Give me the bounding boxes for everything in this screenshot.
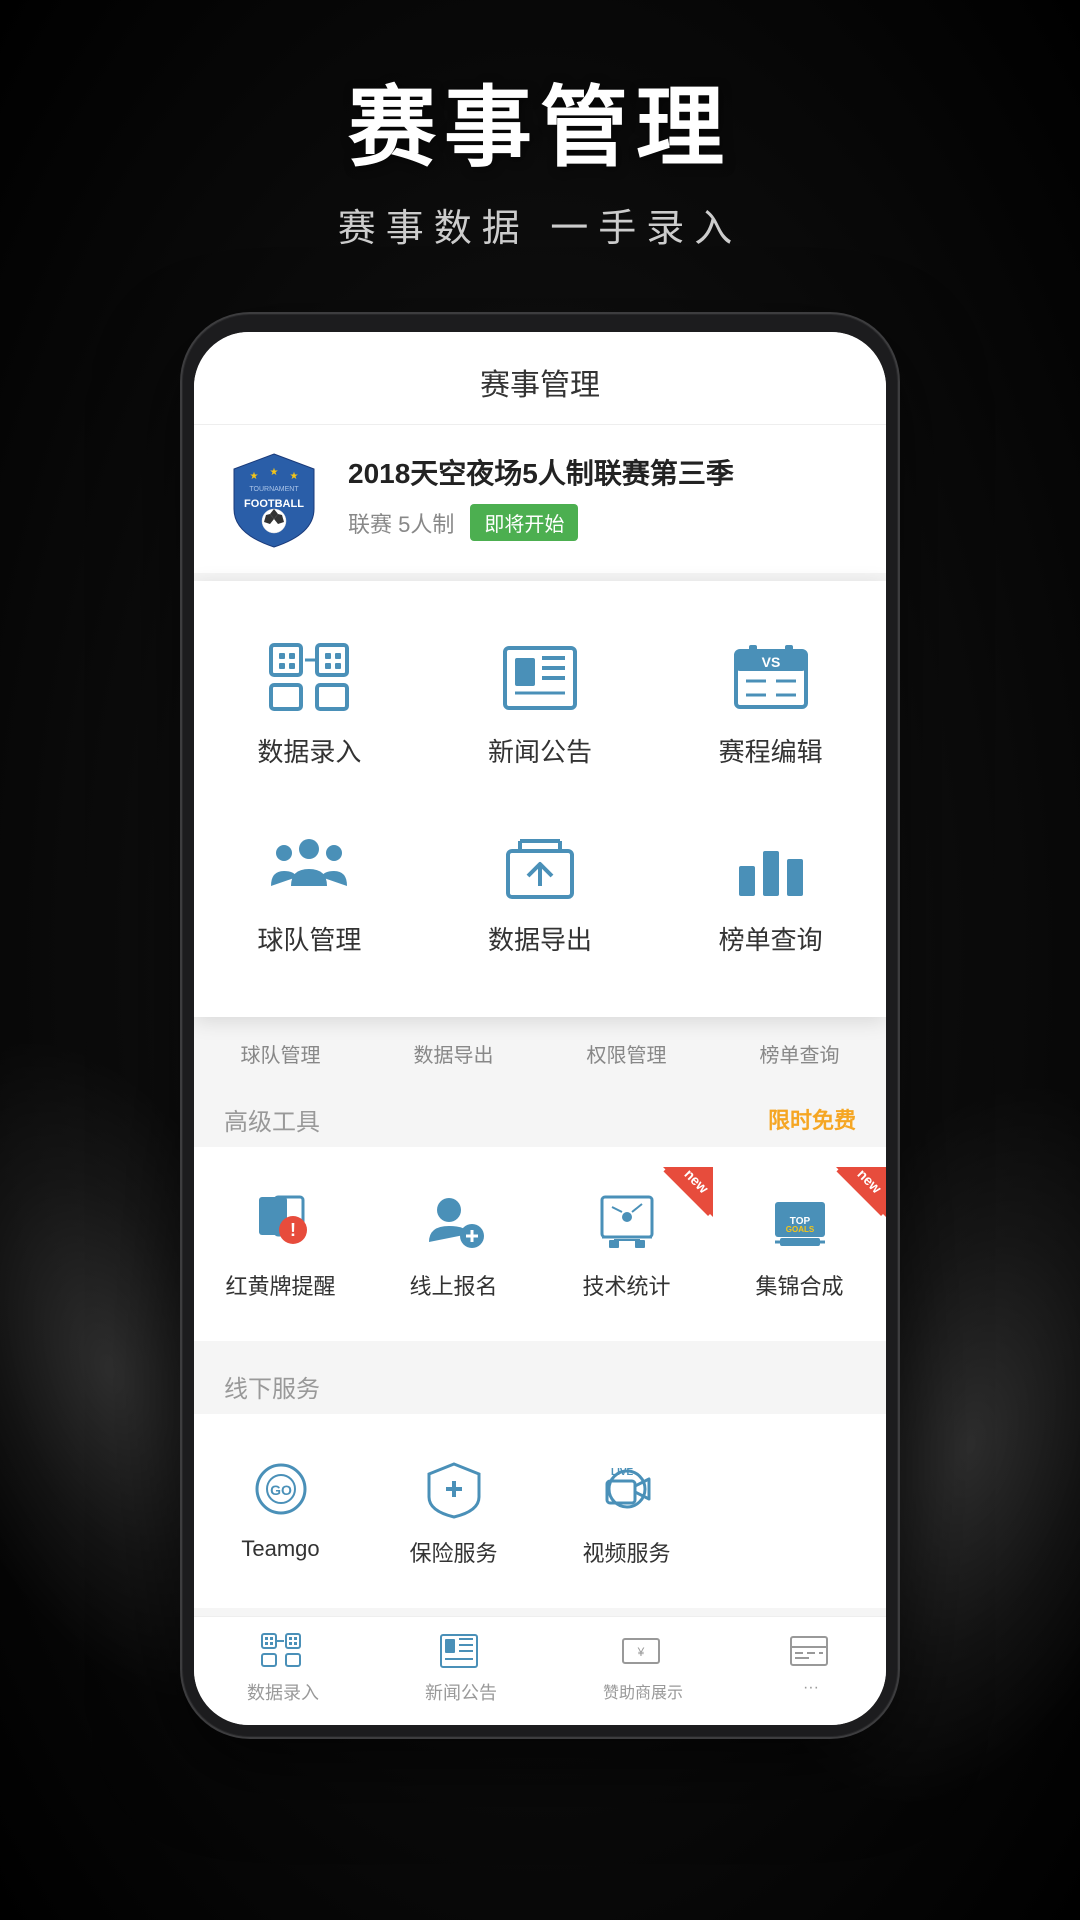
tool-empty	[713, 1434, 886, 1588]
quick-nav-team[interactable]: 球队管理	[241, 1039, 321, 1068]
svg-text:GOALS: GOALS	[785, 1225, 814, 1234]
tool-card-reminder[interactable]: ! 红黄牌提醒	[194, 1167, 367, 1321]
menu-team-label: 球队管理	[257, 920, 361, 957]
svg-text:!: !	[290, 1220, 296, 1240]
highlight-label: 集锦合成	[755, 1269, 843, 1301]
advanced-section-badge: 限时免费	[768, 1103, 856, 1135]
advanced-section-title: 高级工具	[224, 1102, 320, 1137]
schedule-icon: VS	[726, 641, 816, 716]
menu-data-entry[interactable]: 数据录入	[194, 611, 425, 799]
tab-news[interactable]: 新闻公告	[425, 1633, 497, 1705]
svg-text:¥: ¥	[637, 1645, 645, 1659]
teamgo-label: Teamgo	[241, 1536, 319, 1562]
menu-ranking-label: 榜单查询	[719, 920, 823, 957]
svg-text:TOURNAMENT: TOURNAMENT	[249, 486, 299, 493]
svg-text:★: ★	[270, 467, 279, 478]
offline-section-title: 线下服务	[224, 1369, 320, 1404]
page-title: 赛事管理	[348, 80, 732, 177]
tournament-status: 即将开始	[470, 504, 578, 541]
card-reminder-icon: !	[246, 1187, 316, 1257]
menu-schedule[interactable]: VS 赛程编辑	[655, 611, 886, 799]
stats-icon	[592, 1187, 662, 1257]
export-icon	[495, 829, 585, 904]
highlight-icon: TOP GOALS	[765, 1187, 835, 1257]
menu-grid: 数据录入	[194, 611, 886, 987]
app-title: 赛事管理	[480, 369, 600, 402]
quick-nav: 球队管理 数据导出 权限管理 榜单查询	[194, 1025, 886, 1082]
tool-insurance[interactable]: 保险服务	[367, 1434, 540, 1588]
data-entry-icon	[264, 641, 354, 716]
svg-text:LIVE: LIVE	[611, 1467, 634, 1478]
highlight-new-badge: new	[836, 1167, 886, 1217]
tab-more[interactable]: ···	[789, 1633, 833, 1705]
tab-more-icon	[789, 1633, 833, 1673]
menu-news-label: 新闻公告	[488, 732, 592, 769]
page-subtitle: 赛事数据 一手录入	[338, 197, 743, 252]
ranking-icon	[726, 829, 816, 904]
insurance-icon	[419, 1454, 489, 1524]
tab-data-entry[interactable]: 数据录入	[247, 1633, 319, 1705]
menu-team[interactable]: 球队管理	[194, 799, 425, 987]
tool-video[interactable]: LIVE 视频服务	[540, 1434, 713, 1588]
tab-more-label: ···	[803, 1679, 819, 1697]
offline-grid: GO Teamgo 保险服务	[194, 1414, 886, 1608]
quick-nav-ranking[interactable]: 榜单查询	[760, 1039, 840, 1068]
menu-data-entry-label: 数据录入	[257, 732, 361, 769]
news-icon	[495, 641, 585, 716]
tab-sponsor-label: 赞助商展示	[603, 1679, 683, 1703]
tool-signup[interactable]: 线上报名	[367, 1167, 540, 1321]
tournament-logo: ★ ★ ★ TOURNAMENT FOOTBALL	[224, 449, 324, 549]
stats-new-badge: new	[663, 1167, 713, 1217]
tab-news-icon	[439, 1633, 483, 1673]
teamgo-icon: GO	[246, 1454, 316, 1524]
offline-section-header: 线下服务	[194, 1349, 886, 1414]
video-icon: LIVE	[592, 1454, 662, 1524]
tab-data-entry-icon	[261, 1633, 305, 1673]
advanced-tools-grid: ! 红黄牌提醒	[194, 1147, 886, 1341]
insurance-label: 保险服务	[409, 1536, 497, 1568]
tool-teamgo[interactable]: GO Teamgo	[194, 1434, 367, 1588]
tournament-card[interactable]: ★ ★ ★ TOURNAMENT FOOTBALL	[194, 425, 886, 573]
app-header: 赛事管理	[194, 332, 886, 425]
quick-nav-export[interactable]: 数据导出	[414, 1039, 494, 1068]
quick-nav-permission[interactable]: 权限管理	[587, 1039, 667, 1068]
bottom-tab-bar: 数据录入 新闻公告	[194, 1616, 886, 1725]
menu-schedule-label: 赛程编辑	[719, 732, 823, 769]
phone-mockup: 赛事管理 ★ ★ ★ TOURNAMENT	[180, 312, 900, 1739]
tab-sponsor-icon: ¥	[621, 1633, 665, 1673]
advanced-section-header: 高级工具 限时免费	[194, 1082, 886, 1147]
menu-news[interactable]: 新闻公告	[425, 611, 656, 799]
menu-export[interactable]: 数据导出	[425, 799, 656, 987]
tab-news-label: 新闻公告	[425, 1679, 497, 1705]
tool-highlight[interactable]: new TOP GOALS 集锦合成	[713, 1167, 886, 1321]
card-reminder-label: 红黄牌提醒	[225, 1269, 335, 1301]
tournament-type: 联赛 5人制	[348, 507, 454, 539]
main-menu-card: 数据录入	[194, 581, 886, 1017]
tournament-meta: 联赛 5人制 即将开始	[348, 504, 856, 541]
svg-text:FOOTBALL: FOOTBALL	[244, 498, 304, 510]
svg-text:GO: GO	[270, 1482, 292, 1498]
menu-export-label: 数据导出	[488, 920, 592, 957]
tool-stats[interactable]: new 技术统计	[540, 1167, 713, 1321]
tab-sponsor[interactable]: ¥ 赞助商展示	[603, 1633, 683, 1705]
tab-data-label: 数据录入	[247, 1679, 319, 1705]
signup-icon	[419, 1187, 489, 1257]
tournament-info: 2018天空夜场5人制联赛第三季 联赛 5人制 即将开始	[348, 456, 856, 541]
menu-ranking[interactable]: 榜单查询	[655, 799, 886, 987]
svg-text:★: ★	[290, 471, 299, 482]
phone-inner: 赛事管理 ★ ★ ★ TOURNAMENT	[194, 332, 886, 1725]
signup-label: 线上报名	[409, 1269, 497, 1301]
svg-text:VS: VS	[761, 654, 780, 670]
svg-text:★: ★	[250, 471, 259, 482]
tournament-name: 2018天空夜场5人制联赛第三季	[348, 456, 856, 492]
video-label: 视频服务	[582, 1536, 670, 1568]
team-icon	[264, 829, 354, 904]
page-content: 赛事管理 赛事数据 一手录入 赛事管理 ★ ★ ★	[0, 0, 1080, 1739]
stats-label: 技术统计	[582, 1269, 670, 1301]
